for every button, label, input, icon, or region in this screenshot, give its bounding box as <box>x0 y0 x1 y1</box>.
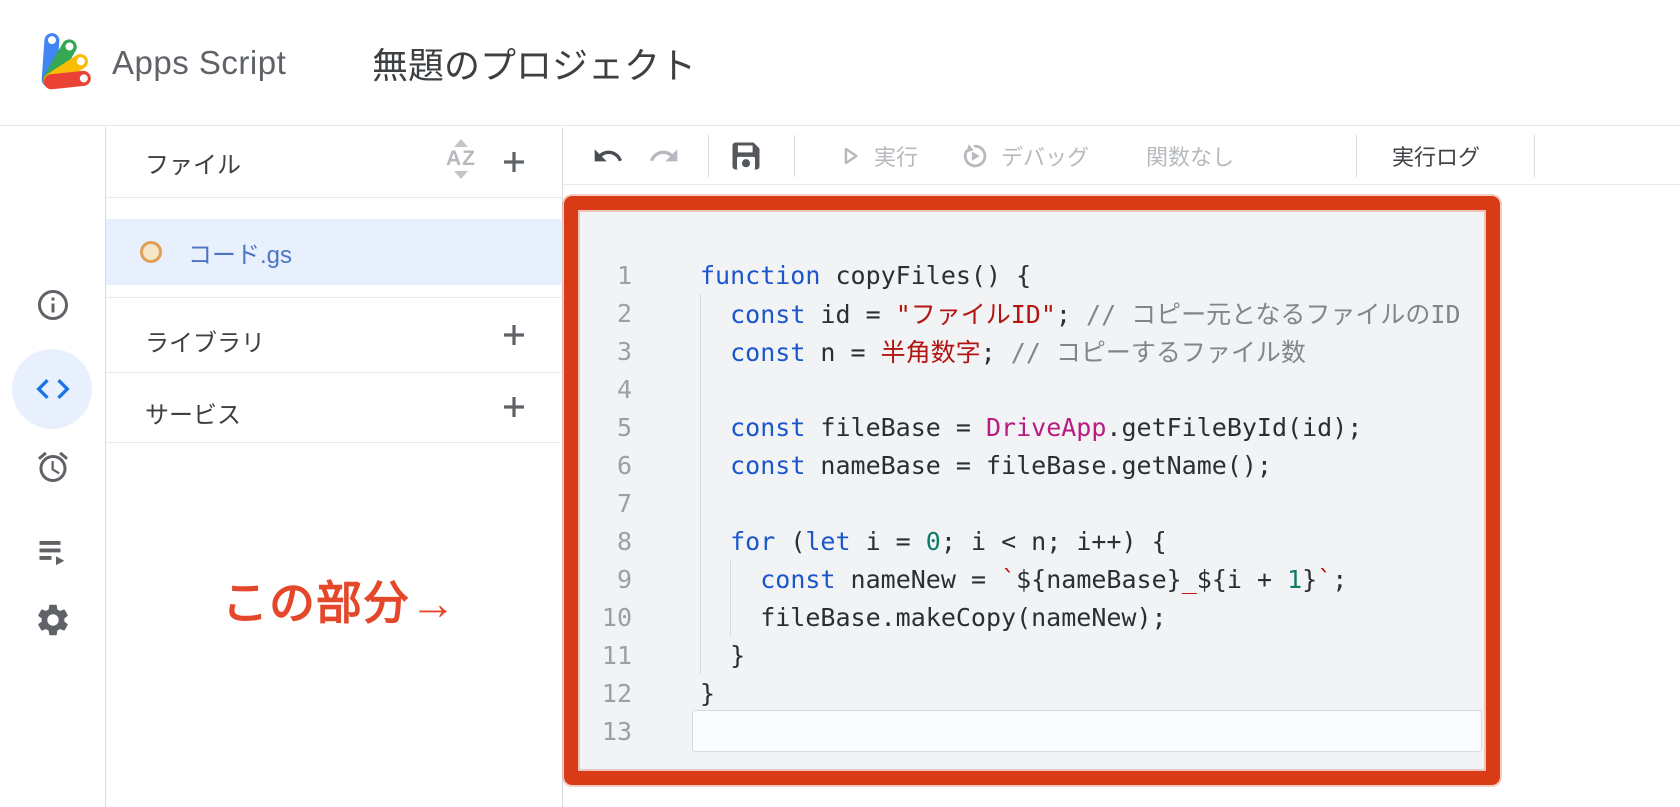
editor-toolbar: 実行 デバッグ 関数なし 実行ログ <box>563 127 1680 184</box>
code-line-4[interactable]: 4 <box>578 370 1486 408</box>
line-number: 9 <box>578 565 632 594</box>
debug-button[interactable]: デバッグ <box>959 127 1089 184</box>
line-number: 4 <box>578 375 632 404</box>
sidebar-item-triggers[interactable] <box>0 435 106 499</box>
file-name: コード.gs <box>188 235 292 270</box>
code-line-7[interactable]: 7 <box>578 484 1486 522</box>
file-item-code-gs[interactable]: コード.gs <box>106 219 563 285</box>
az-sort-icon[interactable]: AZ <box>438 139 484 187</box>
run-button[interactable]: 実行 <box>836 127 918 184</box>
function-selector[interactable]: 関数なし <box>1146 127 1234 184</box>
redo-button[interactable] <box>648 127 680 184</box>
code-line-5[interactable]: 5 const fileBase = DriveApp.getFileById(… <box>578 408 1486 446</box>
sidebar-item-editor[interactable] <box>0 357 106 421</box>
undo-icon <box>592 140 624 172</box>
code-line-3[interactable]: 3 const n = 半角数字; // コピーするファイル数 <box>578 332 1486 370</box>
az-letters: AZ <box>446 147 476 171</box>
code-icon <box>33 369 73 409</box>
code-line-13[interactable]: 13 <box>578 712 1486 750</box>
header: Apps Script 無題のプロジェクト <box>0 0 1680 126</box>
apps-script-window: Apps Script 無題のプロジェクト <box>0 0 1680 807</box>
sidebar-item-overview[interactable] <box>0 273 106 337</box>
code-line-9[interactable]: 9 const nameNew = `${nameBase}_${i + 1}`… <box>578 560 1486 598</box>
toolbar-divider <box>1356 135 1357 177</box>
file-status-dot-icon <box>140 241 162 263</box>
code-line-8[interactable]: 8 for (let i = 0; i < n; i++) { <box>578 522 1486 560</box>
app-name[interactable]: Apps Script <box>112 0 286 126</box>
code-text: const n = 半角数字; // コピーするファイル数 <box>632 333 1306 369</box>
sort-down-arrow <box>454 171 468 179</box>
code-text: } <box>632 641 745 670</box>
code-text: const fileBase = DriveApp.getFileById(id… <box>632 413 1362 442</box>
add-library-button[interactable] <box>492 313 536 357</box>
run-play-icon <box>836 142 864 170</box>
left-rail <box>0 127 106 807</box>
line-number: 2 <box>578 299 632 328</box>
code-line-10[interactable]: 10 fileBase.makeCopy(nameNew); <box>578 598 1486 636</box>
redo-icon <box>648 140 680 172</box>
info-icon <box>35 287 71 323</box>
sidebar-item-executions[interactable] <box>0 518 106 582</box>
project-title[interactable]: 無題のプロジェクト <box>372 0 696 126</box>
gear-icon <box>34 601 72 639</box>
code-line-11[interactable]: 11 } <box>578 636 1486 674</box>
apps-script-logo-icon[interactable] <box>38 24 98 92</box>
line-number: 11 <box>578 641 632 670</box>
divider <box>106 197 563 198</box>
file-panel: ファイル AZ コード.gs ライブラリ サービス この部分→ <box>106 127 563 807</box>
sidebar-item-settings[interactable] <box>0 588 106 652</box>
debug-icon <box>959 140 991 172</box>
code-text: const nameBase = fileBase.getName(); <box>632 451 1272 480</box>
line-number: 10 <box>578 603 632 632</box>
add-file-button[interactable] <box>492 140 536 184</box>
code-text: function copyFiles() { <box>632 261 1031 290</box>
toolbar-divider <box>708 135 709 177</box>
divider <box>106 297 563 298</box>
function-selector-label: 関数なし <box>1146 140 1234 172</box>
undo-button[interactable] <box>592 127 624 184</box>
code-editor[interactable]: 1function copyFiles() {2 const id = "ファイ… <box>578 210 1486 771</box>
code-text: for (let i = 0; i < n; i++) { <box>632 527 1167 556</box>
files-header: ファイル <box>145 127 241 197</box>
save-button[interactable] <box>728 127 764 184</box>
toolbar-divider <box>794 135 795 177</box>
toolbar-border <box>563 184 1680 185</box>
toolbar-divider <box>1534 135 1535 177</box>
line-number: 5 <box>578 413 632 442</box>
line-number: 6 <box>578 451 632 480</box>
libraries-header: ライブラリ <box>145 323 265 358</box>
save-icon <box>728 138 764 174</box>
code-line-2[interactable]: 2 const id = "ファイルID"; // コピー元となるファイルのID <box>578 294 1486 332</box>
execution-log-button[interactable]: 実行ログ <box>1392 127 1480 184</box>
divider <box>106 372 563 373</box>
run-label: 実行 <box>874 140 918 172</box>
line-number: 12 <box>578 679 632 708</box>
code-text: } <box>632 679 715 708</box>
add-service-button[interactable] <box>492 385 536 429</box>
code-text: const id = "ファイルID"; // コピー元となるファイルのID <box>632 295 1461 331</box>
code-text: const nameNew = `${nameBase}_${i + 1}`; <box>632 565 1347 594</box>
services-header: サービス <box>145 395 241 430</box>
code-line-12[interactable]: 12} <box>578 674 1486 712</box>
line-number: 8 <box>578 527 632 556</box>
line-number: 3 <box>578 337 632 366</box>
code-text: fileBase.makeCopy(nameNew); <box>632 603 1167 632</box>
alarm-icon <box>35 449 71 485</box>
executions-icon <box>35 532 71 568</box>
code-line-6[interactable]: 6 const nameBase = fileBase.getName(); <box>578 446 1486 484</box>
line-number: 7 <box>578 489 632 518</box>
execution-log-label: 実行ログ <box>1392 140 1480 172</box>
divider <box>106 442 563 443</box>
code-line-1[interactable]: 1function copyFiles() { <box>578 256 1486 294</box>
sort-up-arrow <box>454 139 468 147</box>
line-number: 1 <box>578 261 632 290</box>
debug-label: デバッグ <box>1001 140 1089 172</box>
line-number: 13 <box>578 717 632 746</box>
annotation-this-part: この部分→ <box>222 567 457 633</box>
